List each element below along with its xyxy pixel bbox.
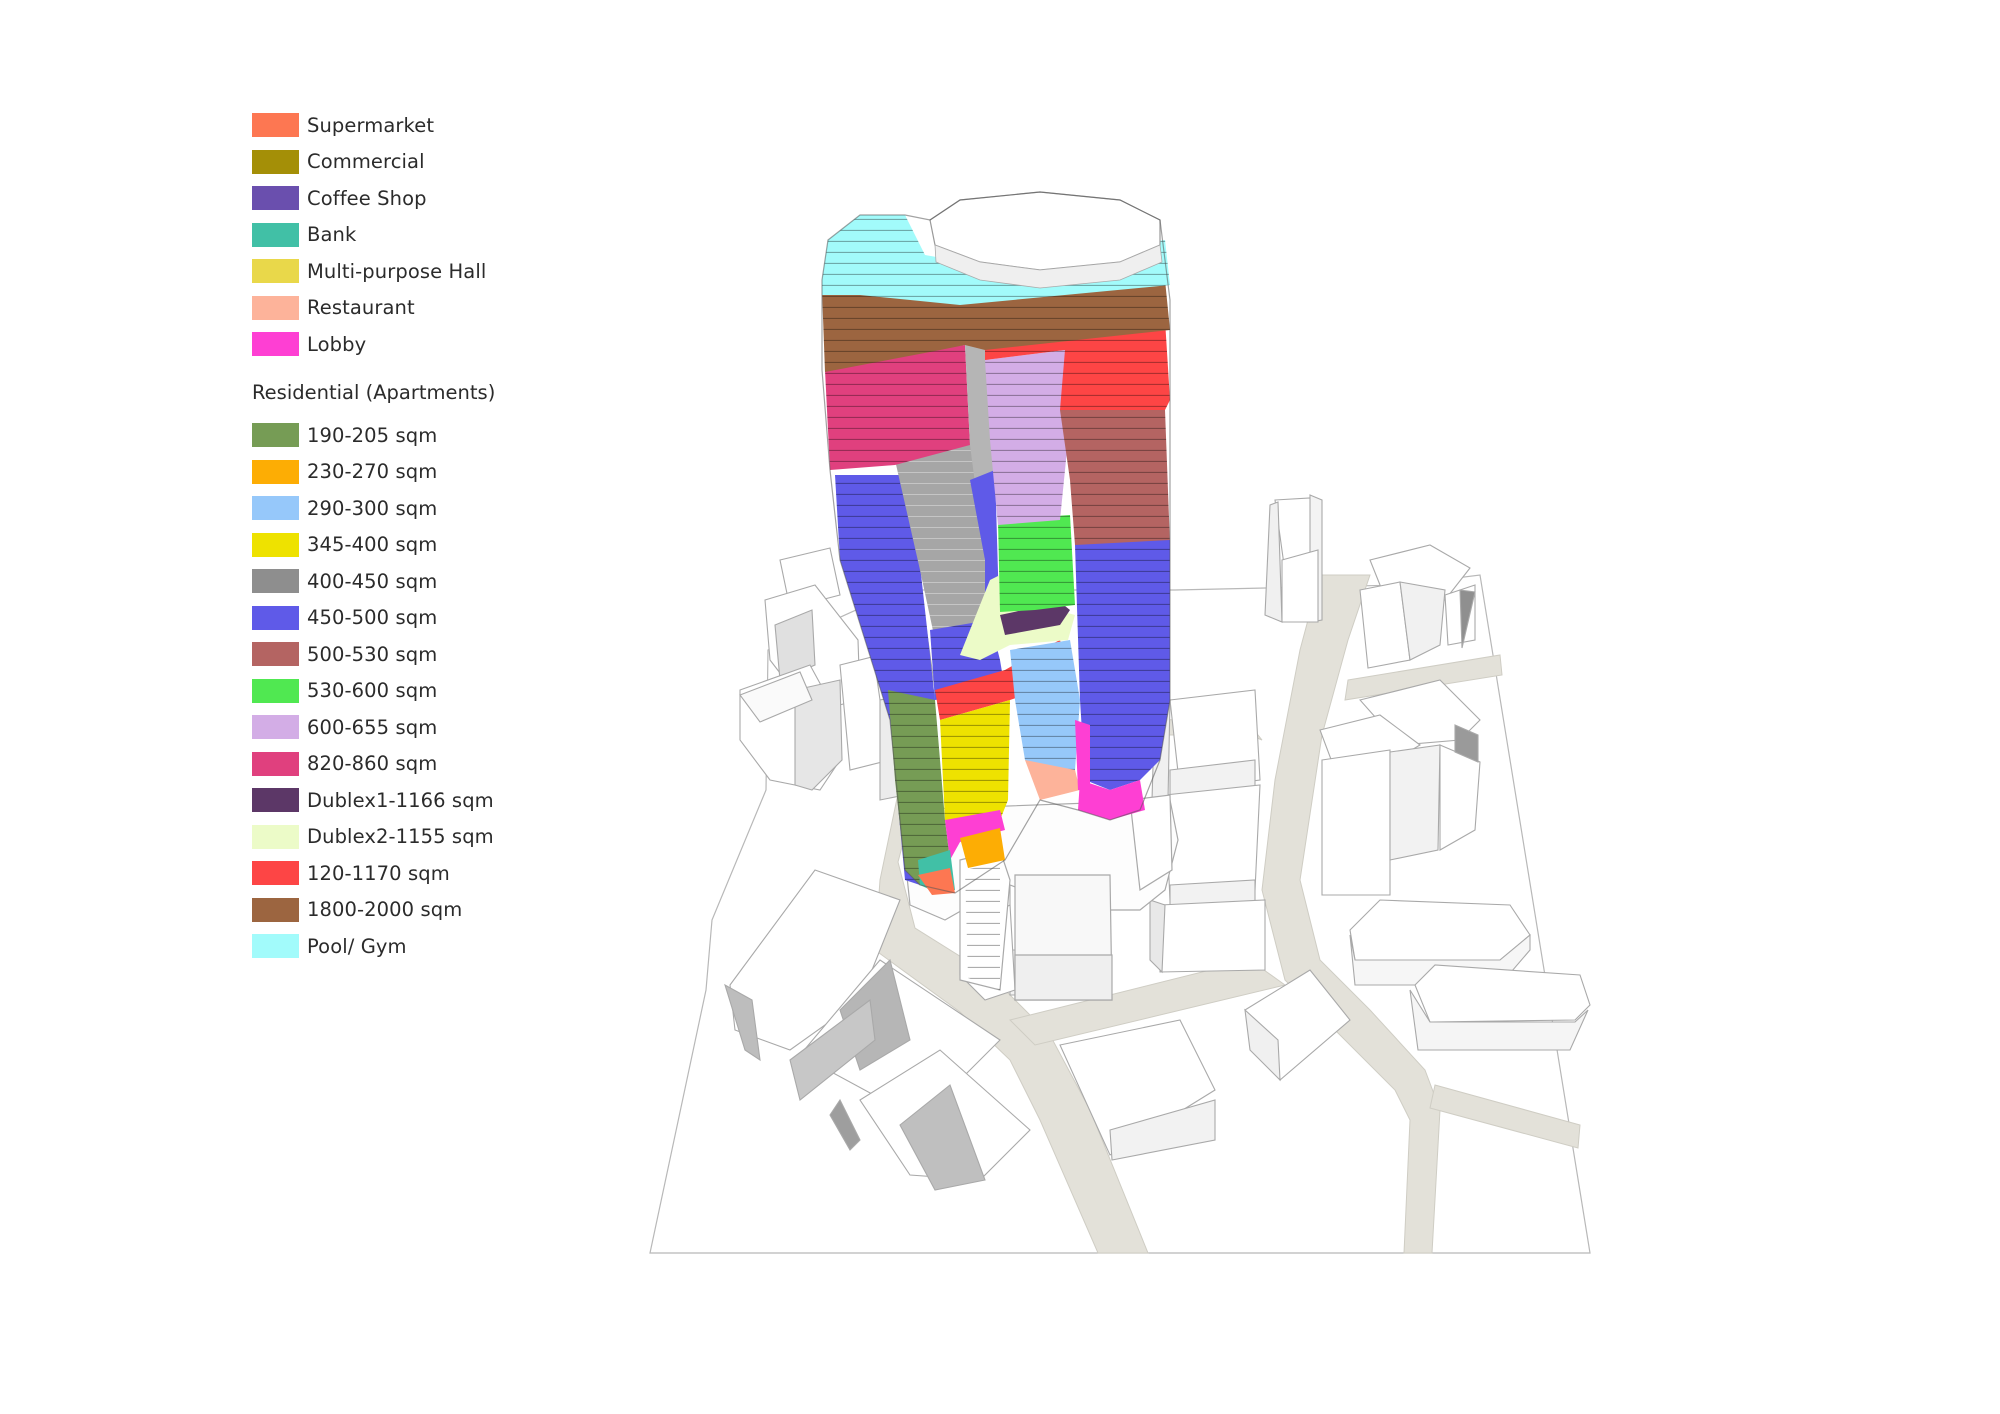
legend-label: Pool/ Gym xyxy=(307,934,407,958)
legend-label: 400-450 sqm xyxy=(307,569,438,593)
legend-item-dublex2: Dublex2-1155 sqm xyxy=(252,824,592,850)
legend-swatch xyxy=(252,496,299,520)
legend-item-1800-2000: 1800-2000 sqm xyxy=(252,897,592,923)
legend-item-supermarket: Supermarket xyxy=(252,112,592,138)
legend-label: Multi-purpose Hall xyxy=(307,259,487,283)
legend-label: Supermarket xyxy=(307,113,435,137)
legend-swatch xyxy=(252,788,299,812)
legend-swatch xyxy=(252,532,299,557)
legend-swatch xyxy=(252,259,299,283)
legend-label: 530-600 sqm xyxy=(307,679,438,702)
legend-item-820-860: 820-860 sqm xyxy=(252,751,592,777)
legend-label: Coffee Shop xyxy=(307,186,427,210)
legend-swatch xyxy=(252,332,299,356)
legend-label: Lobby xyxy=(307,332,367,356)
legend-swatch xyxy=(252,751,299,776)
legend-swatch xyxy=(252,678,299,703)
legend-item-345-400: 345-400 sqm xyxy=(252,532,592,558)
legend-swatch xyxy=(252,715,299,739)
legend-label: Dublex2-1155 sqm xyxy=(307,825,494,848)
legend-label: 600-655 sqm xyxy=(307,715,438,739)
legend-swatch xyxy=(252,186,299,210)
legend-swatch xyxy=(252,459,299,484)
legend-uses: Supermarket Commercial Coffee Shop Bank … xyxy=(252,112,592,357)
legend-swatch xyxy=(252,423,299,447)
legend-label: 290-300 sqm xyxy=(307,496,438,520)
legend-item-lobby: Lobby xyxy=(252,331,592,357)
legend-item-530-600: 530-600 sqm xyxy=(252,678,592,704)
legend-swatch xyxy=(252,222,299,247)
legend-label: Bank xyxy=(307,223,357,246)
legend-item-restaurant: Restaurant xyxy=(252,295,592,321)
legend-item-pool-gym: Pool/ Gym xyxy=(252,933,592,959)
legend-label: Dublex1-1166 sqm xyxy=(307,788,494,812)
legend-swatch xyxy=(252,569,299,593)
legend-swatch xyxy=(252,295,299,320)
legend: Supermarket Commercial Coffee Shop Bank … xyxy=(252,112,592,970)
legend-item-120-1170: 120-1170 sqm xyxy=(252,860,592,886)
legend-item-coffee-shop: Coffee Shop xyxy=(252,185,592,211)
legend-item-600-655: 600-655 sqm xyxy=(252,714,592,740)
legend-swatch xyxy=(252,642,299,666)
legend-label: 230-270 sqm xyxy=(307,460,438,483)
legend-item-290-300: 290-300 sqm xyxy=(252,495,592,521)
legend-swatch xyxy=(252,897,299,922)
legend-label: 345-400 sqm xyxy=(307,533,438,556)
legend-label: 190-205 sqm xyxy=(307,423,438,447)
legend-item-450-500: 450-500 sqm xyxy=(252,605,592,631)
legend-item-dublex1: Dublex1-1166 sqm xyxy=(252,787,592,813)
legend-item-400-450: 400-450 sqm xyxy=(252,568,592,594)
legend-label: 820-860 sqm xyxy=(307,752,438,775)
legend-label: 1800-2000 sqm xyxy=(307,898,463,921)
legend-swatch xyxy=(252,113,299,137)
legend-swatch xyxy=(252,824,299,849)
legend-item-230-270: 230-270 sqm xyxy=(252,459,592,485)
legend-item-bank: Bank xyxy=(252,222,592,248)
legend-item-190-205: 190-205 sqm xyxy=(252,422,592,448)
legend-residential: 190-205 sqm 230-270 sqm 290-300 sqm 345-… xyxy=(252,422,592,959)
legend-swatch xyxy=(252,861,299,885)
legend-label: Commercial xyxy=(307,150,425,173)
legend-heading-residential: Residential (Apartments) xyxy=(252,381,496,404)
legend-item-500-530: 500-530 sqm xyxy=(252,641,592,667)
legend-swatch xyxy=(252,149,299,174)
legend-swatch xyxy=(252,605,299,630)
legend-label: 450-500 sqm xyxy=(307,606,438,629)
legend-item-commercial: Commercial xyxy=(252,149,592,175)
legend-label: Restaurant xyxy=(307,296,415,319)
legend-item-multi-purpose-hall: Multi-purpose Hall xyxy=(252,258,592,284)
legend-swatch xyxy=(252,934,299,958)
legend-label: 500-530 sqm xyxy=(307,642,438,666)
legend-label: 120-1170 sqm xyxy=(307,861,450,885)
